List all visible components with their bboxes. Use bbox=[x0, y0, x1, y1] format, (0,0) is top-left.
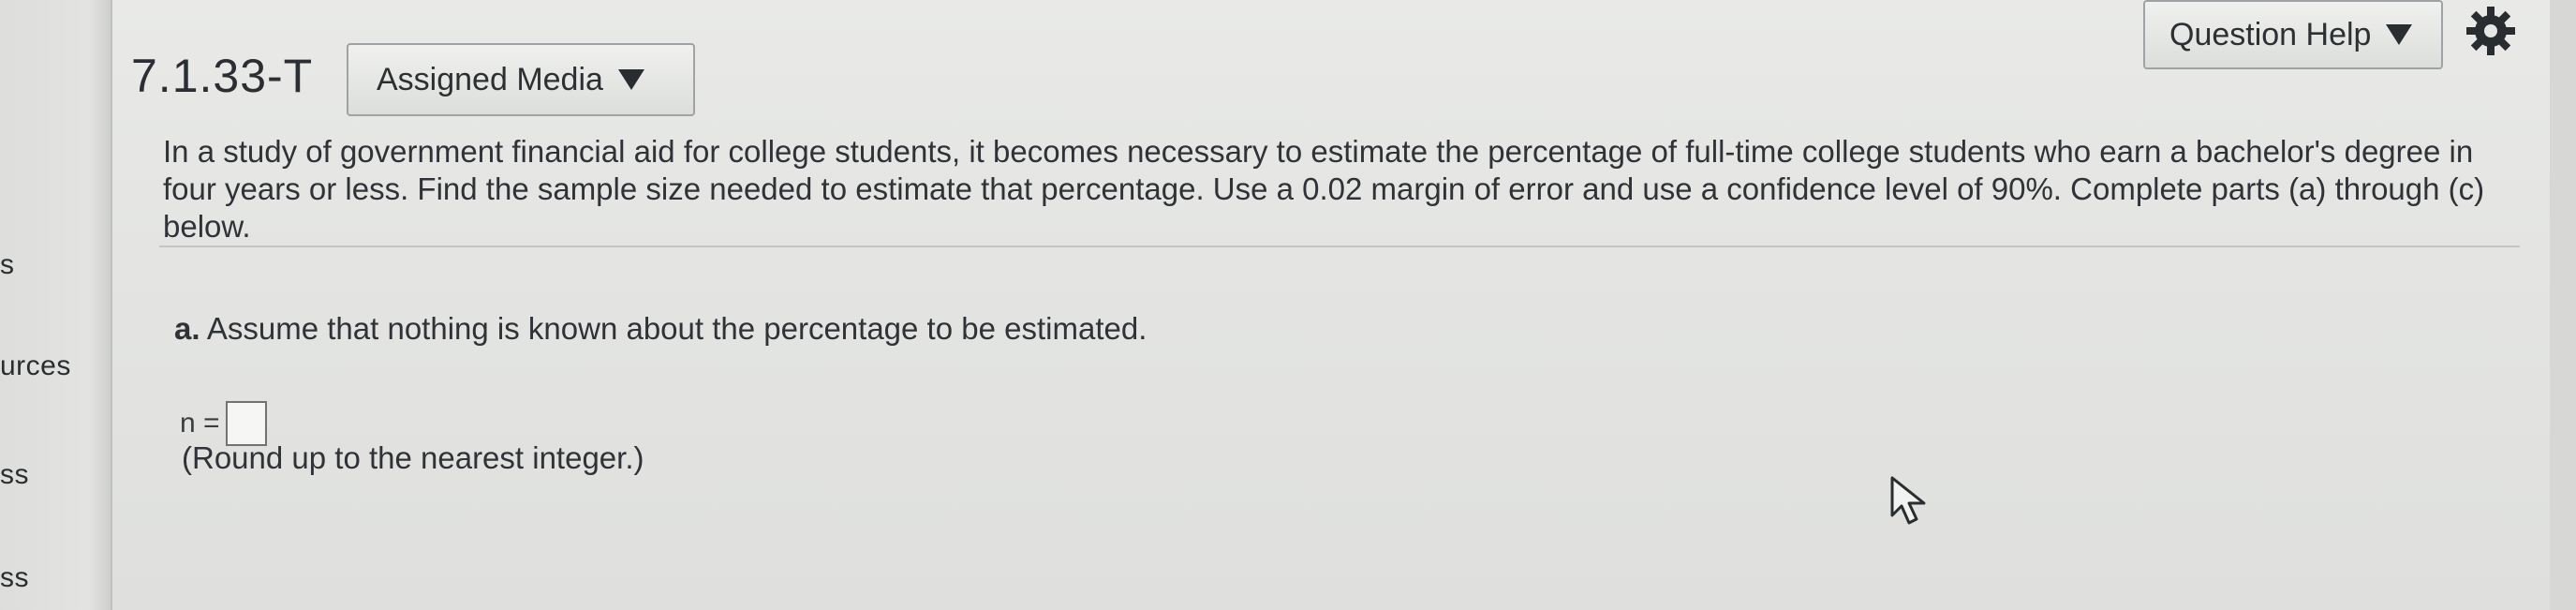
assigned-media-button[interactable]: Assigned Media bbox=[347, 43, 695, 116]
question-help-button[interactable]: Question Help bbox=[2143, 0, 2443, 69]
assigned-media-label: Assigned Media bbox=[377, 61, 603, 97]
nav-item-1[interactable]: s bbox=[0, 249, 15, 281]
nav-item-resources[interactable]: urces bbox=[0, 350, 71, 382]
answer-label: n = bbox=[180, 408, 220, 439]
part-a-instruction: a. Assume that nothing is known about th… bbox=[174, 311, 1147, 347]
section-divider bbox=[159, 245, 2520, 247]
nav-item-4[interactable]: ss bbox=[0, 562, 29, 594]
question-prompt: In a study of government financial aid f… bbox=[163, 134, 2485, 244]
part-a-text: Assume that nothing is known about the p… bbox=[206, 311, 1147, 346]
rounding-note: (Round up to the nearest integer.) bbox=[182, 440, 644, 475]
nav-item-3[interactable]: ss bbox=[0, 459, 29, 491]
caret-down-icon bbox=[617, 69, 644, 90]
question-id: 7.1.33-T bbox=[131, 50, 314, 102]
caret-down-icon bbox=[2386, 24, 2413, 45]
answer-row: n = bbox=[180, 401, 267, 446]
answer-input[interactable] bbox=[225, 401, 267, 446]
pointer-cursor-icon bbox=[1890, 476, 1926, 525]
left-nav: s urces ss ss bbox=[0, 0, 111, 610]
part-a-letter: a. bbox=[174, 311, 200, 346]
question-help-label: Question Help bbox=[2169, 16, 2372, 52]
gear-icon[interactable] bbox=[2465, 6, 2516, 56]
